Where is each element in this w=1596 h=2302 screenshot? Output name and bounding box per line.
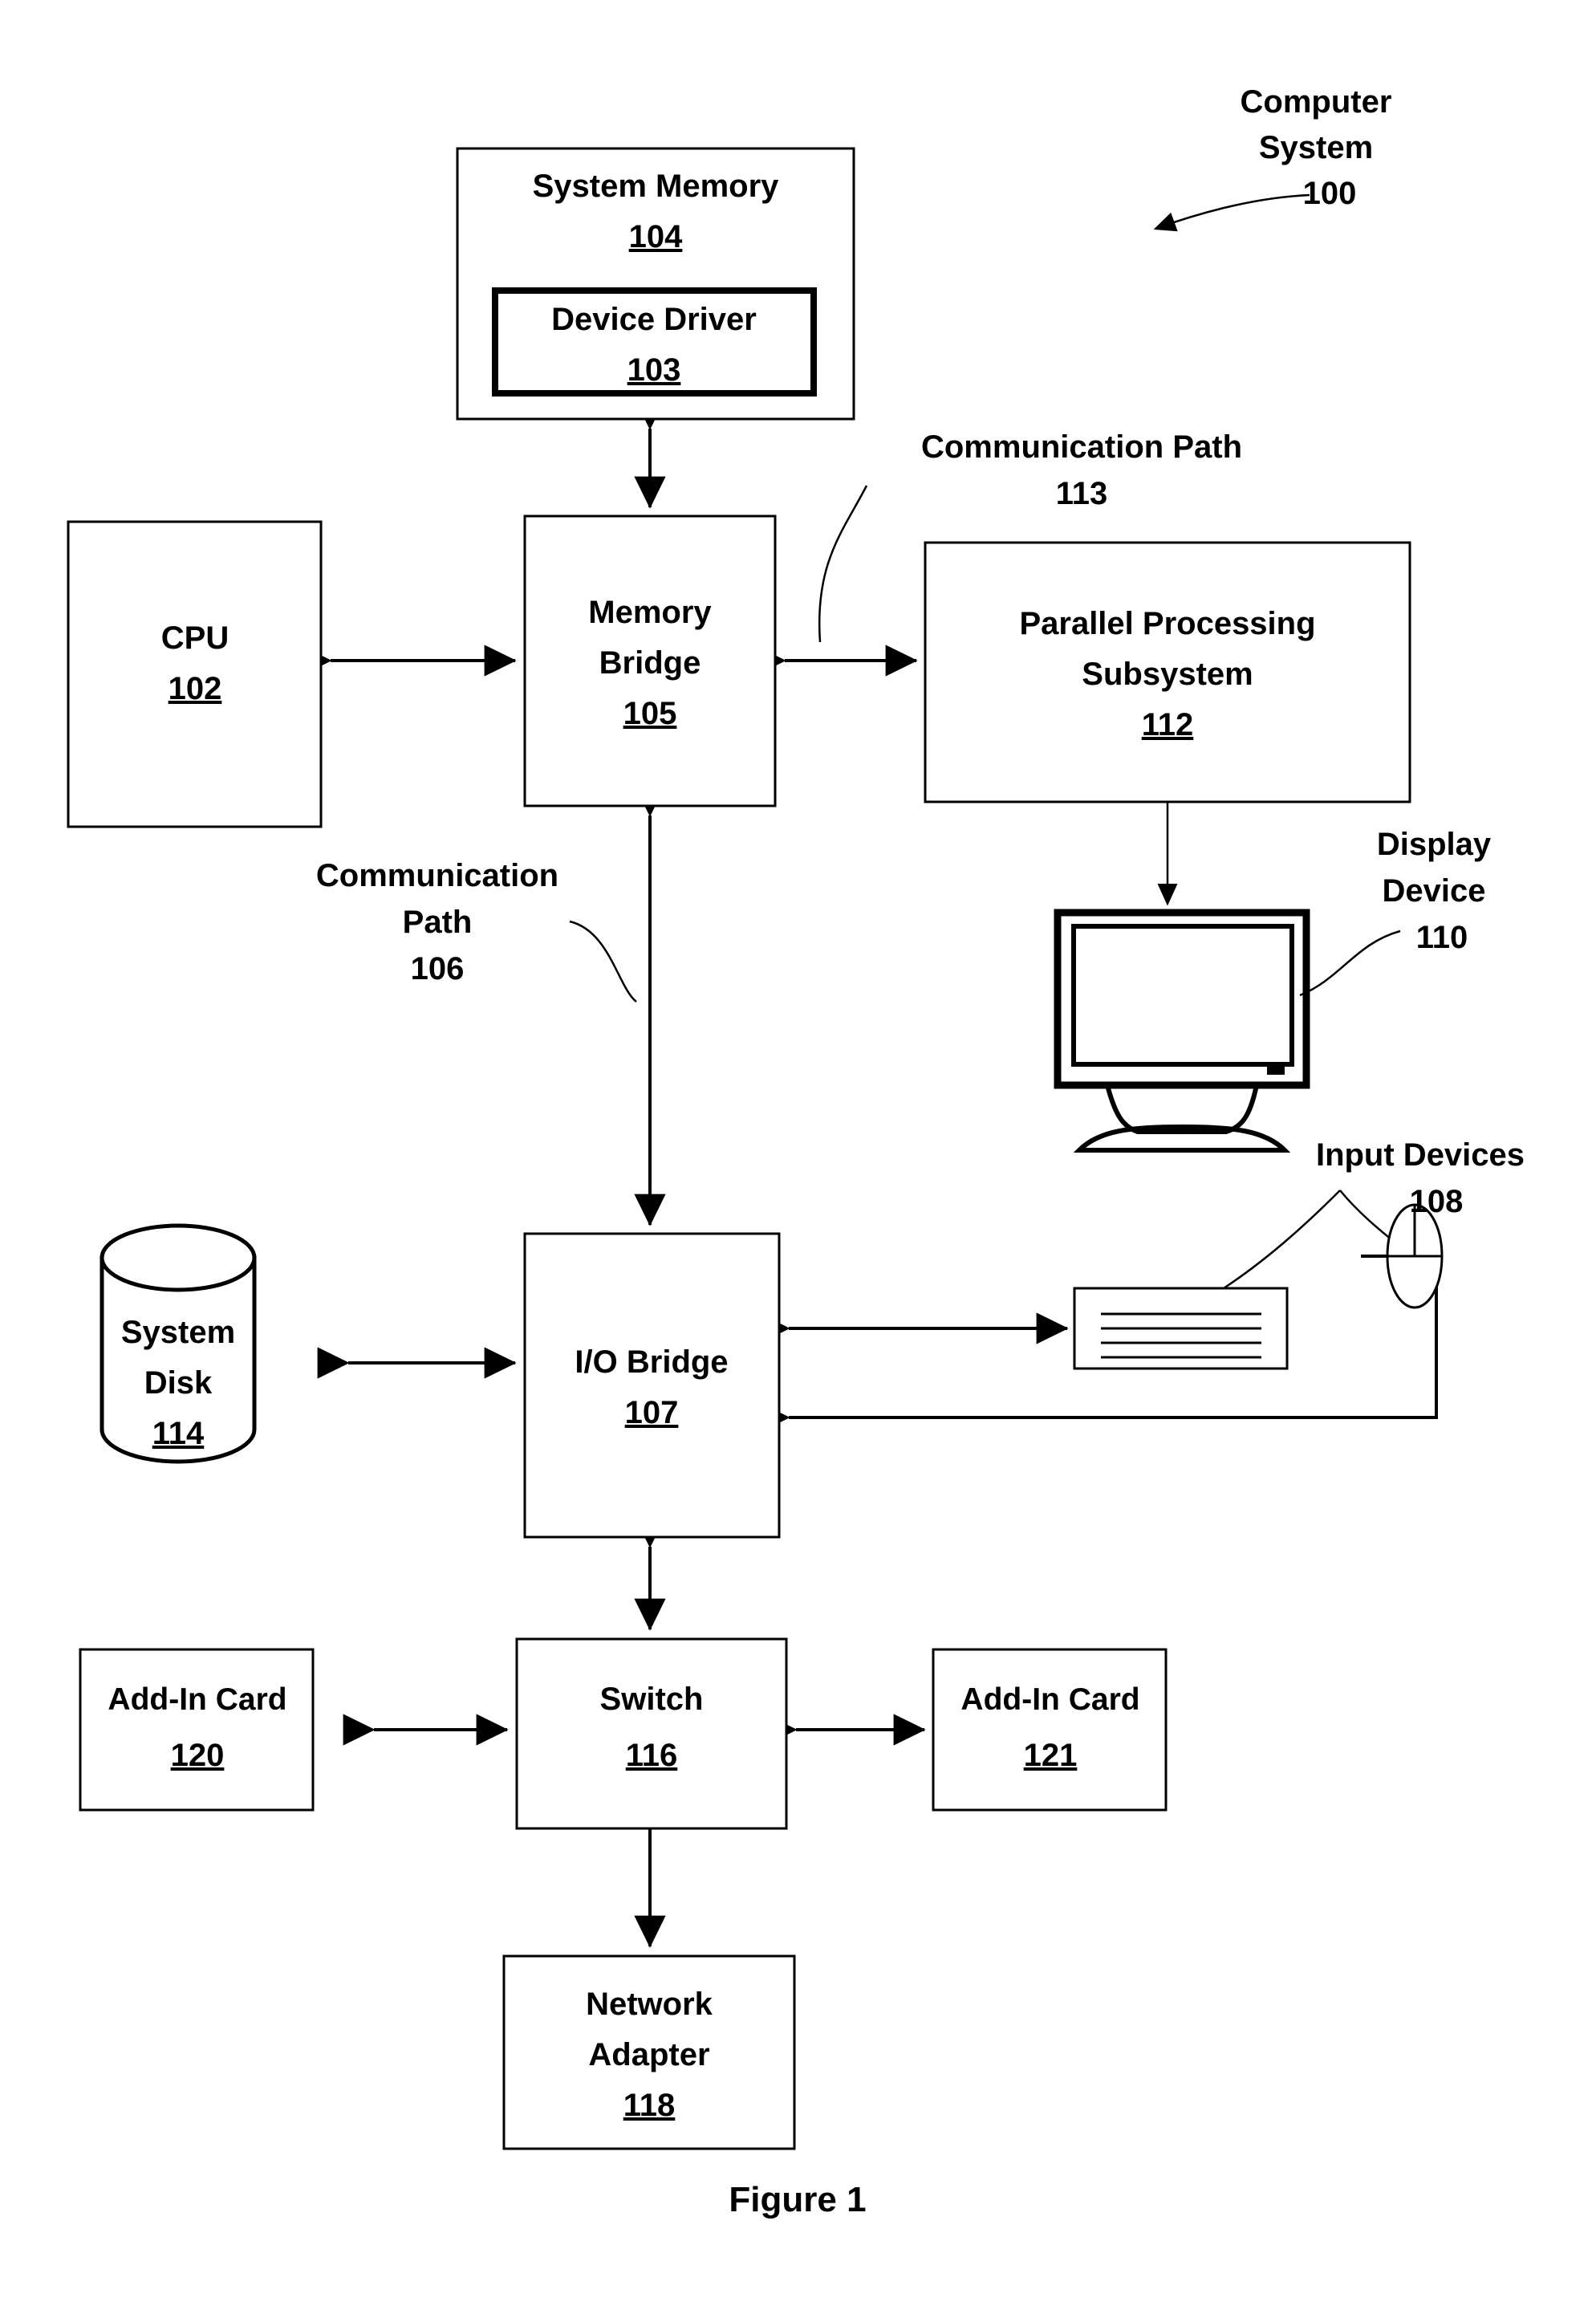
leader-input-devices (1223, 1190, 1417, 1290)
ref-memory-bridge: 105 (623, 696, 677, 731)
callout-comm-path-113-line1: Communication Path (921, 429, 1242, 465)
leader-display-device (1299, 929, 1401, 997)
ref-add-in-card-120: 120 (171, 1738, 225, 1773)
ref-io-bridge: 107 (625, 1395, 679, 1430)
label-system-disk-line1: System (121, 1315, 235, 1350)
leader-computer-system (1153, 193, 1310, 232)
figure-canvas: System Memory 104 Device Driver 103 CPU … (0, 0, 1596, 2302)
callout-display-device-line2: Device (1383, 873, 1486, 909)
label-switch: Switch (600, 1682, 704, 1717)
block-add-in-card-121 (932, 1648, 1168, 1812)
label-system-memory: System Memory (533, 169, 780, 204)
callout-comm-path-106-ref: 106 (411, 951, 465, 986)
display-device-monitor-icon (1054, 909, 1310, 1153)
block-add-in-card-120 (79, 1648, 315, 1812)
label-system-disk-line2: Disk (144, 1365, 213, 1401)
ref-switch: 116 (626, 1738, 678, 1773)
label-network-adapter-line2: Adapter (588, 2037, 709, 2072)
callout-input-devices-line1: Input Devices (1316, 1137, 1525, 1173)
label-network-adapter-line1: Network (586, 1987, 713, 2022)
ref-pps: 112 (1142, 707, 1194, 742)
leader-comm-path-113 (818, 485, 868, 643)
label-pps-line2: Subsystem (1082, 657, 1253, 692)
label-memory-bridge-line1: Memory (588, 595, 712, 630)
ref-system-memory: 104 (629, 219, 683, 254)
label-add-in-card-120: Add-In Card (108, 1682, 286, 1717)
mouse-icon (1386, 1203, 1444, 1309)
label-pps-line1: Parallel Processing (1019, 606, 1315, 641)
label-io-bridge: I/O Bridge (575, 1344, 728, 1380)
leader-comm-path-106 (569, 920, 637, 1003)
callout-comm-path-106-line1: Communication (316, 858, 558, 893)
ref-cpu: 102 (169, 671, 222, 706)
callout-input-devices-ref: 108 (1410, 1184, 1464, 1219)
keyboard-icon (1073, 1287, 1289, 1370)
callout-display-device-line1: Display (1377, 827, 1492, 862)
callout-comm-path-106-line2: Path (403, 905, 473, 940)
callout-comm-path-113-ref: 113 (1056, 476, 1108, 511)
block-io-bridge (523, 1232, 781, 1539)
callout-display-device-ref: 110 (1416, 920, 1468, 955)
ref-add-in-card-121: 121 (1024, 1738, 1078, 1773)
ref-device-driver: 103 (627, 352, 681, 388)
label-memory-bridge-line2: Bridge (599, 645, 701, 681)
callout-computer-system-ref: 100 (1303, 176, 1357, 211)
callout-computer-system-line1: Computer (1241, 84, 1392, 120)
label-cpu: CPU (161, 620, 229, 656)
label-device-driver: Device Driver (551, 302, 757, 337)
block-switch (515, 1637, 788, 1830)
ref-system-disk: 114 (152, 1416, 205, 1451)
label-add-in-card-121: Add-In Card (960, 1682, 1139, 1717)
figure-caption: Figure 1 (729, 2180, 866, 2219)
callout-computer-system-line2: System (1259, 130, 1373, 165)
ref-network-adapter: 118 (623, 2088, 676, 2123)
